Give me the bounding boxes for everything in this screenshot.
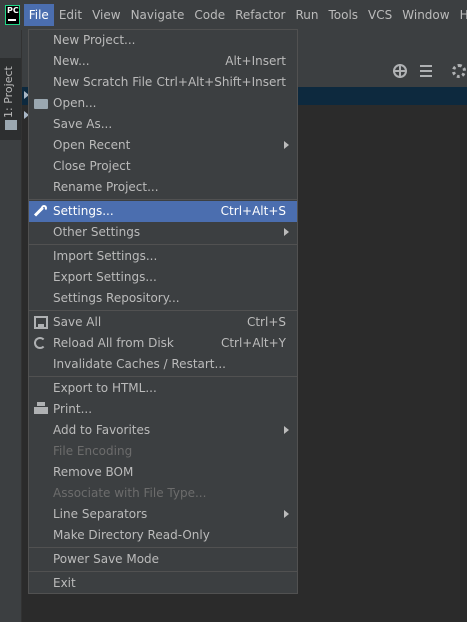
menu-item-reload-all[interactable]: Reload All from Disk Ctrl+Alt+Y xyxy=(29,333,297,354)
menu-item-open-recent[interactable]: Open Recent xyxy=(29,135,297,156)
project-tab-label: 1: Project xyxy=(2,66,15,118)
menu-item-save-as[interactable]: Save As... xyxy=(29,114,297,135)
menu-item-new-project[interactable]: New Project... xyxy=(29,30,297,51)
menu-view[interactable]: View xyxy=(87,4,125,26)
menu-item-close-project[interactable]: Close Project xyxy=(29,156,297,177)
menu-item-new-scratch-file[interactable]: New Scratch File Ctrl+Alt+Shift+Insert xyxy=(29,72,297,93)
menu-item-file-encoding: File Encoding xyxy=(29,441,297,462)
menu-item-label: Rename Project... xyxy=(53,180,159,194)
menu-item-label: File Encoding xyxy=(53,444,133,458)
submenu-arrow-icon xyxy=(284,228,289,236)
menu-item-shortcut: Ctrl+S xyxy=(246,315,286,329)
reload-icon xyxy=(34,337,46,349)
menu-item-export-settings[interactable]: Export Settings... xyxy=(29,267,297,288)
menu-file[interactable]: File xyxy=(23,4,54,26)
menu-item-new[interactable]: New... Alt+Insert xyxy=(29,51,297,72)
project-tab-folder-icon xyxy=(5,120,17,130)
save-icon xyxy=(34,316,48,329)
menu-separator xyxy=(29,244,297,245)
submenu-arrow-icon xyxy=(284,426,289,434)
menu-item-label: Associate with File Type... xyxy=(53,486,207,500)
menu-item-label: Power Save Mode xyxy=(53,552,160,566)
menu-item-label: Settings Repository... xyxy=(53,291,180,305)
menu-item-label: Export to HTML... xyxy=(53,381,157,395)
menu-item-label: New... xyxy=(53,54,90,68)
menu-item-label: Add to Favorites xyxy=(53,423,151,437)
menu-item-shortcut: Ctrl+Alt+S xyxy=(220,204,286,218)
menu-item-exit[interactable]: Exit xyxy=(29,573,297,594)
menu-edit[interactable]: Edit xyxy=(54,4,87,26)
menu-window[interactable]: Window xyxy=(397,4,454,26)
menu-item-label: Line Separators xyxy=(53,507,148,521)
menu-item-make-readonly[interactable]: Make Directory Read-Only xyxy=(29,525,297,546)
menu-item-label: Open... xyxy=(53,96,97,110)
menu-item-print[interactable]: Print... xyxy=(29,399,297,420)
menu-item-label: Remove BOM xyxy=(53,465,134,479)
menu-item-power-save-mode[interactable]: Power Save Mode xyxy=(29,549,297,570)
menu-item-line-separators[interactable]: Line Separators xyxy=(29,504,297,525)
wrench-icon xyxy=(34,205,48,218)
menu-code[interactable]: Code xyxy=(189,4,230,26)
folder-open-icon xyxy=(34,99,48,109)
menu-item-associate-file-type: Associate with File Type... xyxy=(29,483,297,504)
menu-item-settings[interactable]: Settings... Ctrl+Alt+S xyxy=(29,201,297,222)
menu-item-label: Open Recent xyxy=(53,138,131,152)
menu-item-shortcut: Ctrl+Alt+Y xyxy=(220,336,286,350)
menu-item-open[interactable]: Open... xyxy=(29,93,297,114)
menu-item-save-all[interactable]: Save All Ctrl+S xyxy=(29,312,297,333)
menu-item-shortcut: Ctrl+Alt+Shift+Insert xyxy=(156,75,286,89)
menu-item-label: Other Settings xyxy=(53,225,141,239)
menu-item-label: Close Project xyxy=(53,159,131,173)
menu-item-label: New Project... xyxy=(53,33,136,47)
menu-item-label: Save All xyxy=(53,315,102,329)
menu-tools[interactable]: Tools xyxy=(323,4,363,26)
menu-navigate[interactable]: Navigate xyxy=(126,4,190,26)
menu-item-remove-bom[interactable]: Remove BOM xyxy=(29,462,297,483)
menu-separator xyxy=(29,199,297,200)
menu-item-import-settings[interactable]: Import Settings... xyxy=(29,246,297,267)
menu-separator xyxy=(29,310,297,311)
menu-item-settings-repository[interactable]: Settings Repository... xyxy=(29,288,297,309)
pycharm-logo-icon: PC xyxy=(5,5,20,25)
menu-item-label: Settings... xyxy=(53,204,114,218)
gear-icon[interactable] xyxy=(452,64,466,78)
menu-help[interactable]: He xyxy=(455,4,467,26)
locate-target-icon[interactable] xyxy=(393,64,407,78)
menu-item-label: Print... xyxy=(53,402,93,416)
menu-item-label: Save As... xyxy=(53,117,113,131)
menu-item-label: New Scratch File xyxy=(53,75,153,89)
menu-item-shortcut: Alt+Insert xyxy=(225,54,286,68)
menu-separator xyxy=(29,571,297,572)
printer-icon xyxy=(34,402,48,414)
menu-vcs[interactable]: VCS xyxy=(363,4,397,26)
menu-run[interactable]: Run xyxy=(290,4,323,26)
collapse-all-icon[interactable] xyxy=(420,63,432,79)
menubar-items: File Edit View Navigate Code Refactor Ru… xyxy=(23,0,467,30)
menu-item-label: Exit xyxy=(53,576,76,590)
menu-item-invalidate-caches[interactable]: Invalidate Caches / Restart... xyxy=(29,354,297,375)
menu-item-label: Import Settings... xyxy=(53,249,158,263)
menu-item-label: Reload All from Disk xyxy=(53,336,174,350)
menu-item-label: Export Settings... xyxy=(53,270,157,284)
menu-separator xyxy=(29,547,297,548)
menu-item-label: Make Directory Read-Only xyxy=(53,528,210,542)
menu-item-other-settings[interactable]: Other Settings xyxy=(29,222,297,243)
menu-item-add-favorites[interactable]: Add to Favorites xyxy=(29,420,297,441)
menu-item-export-html[interactable]: Export to HTML... xyxy=(29,378,297,399)
menu-refactor[interactable]: Refactor xyxy=(230,4,290,26)
file-menu-dropdown: New Project... New... Alt+Insert New Scr… xyxy=(28,29,298,594)
submenu-arrow-icon xyxy=(284,141,289,149)
menu-item-label: Invalidate Caches / Restart... xyxy=(53,357,226,371)
submenu-arrow-icon xyxy=(284,510,289,518)
menu-item-rename-project[interactable]: Rename Project... xyxy=(29,177,297,198)
menu-bar: PC File Edit View Navigate Code Refactor… xyxy=(0,0,467,30)
menu-separator xyxy=(29,376,297,377)
